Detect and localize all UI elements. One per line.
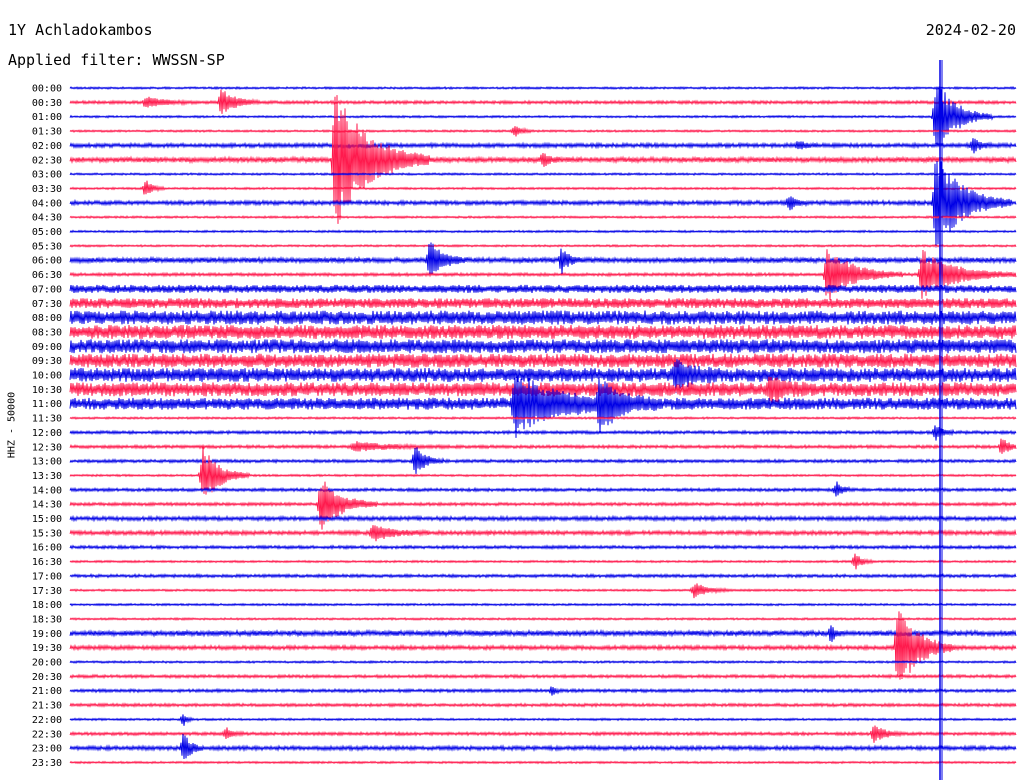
time-tick-label: 12:30 <box>32 442 62 453</box>
time-tick-label: 03:30 <box>32 184 62 195</box>
trace-line <box>69 89 1017 114</box>
trace-line <box>69 572 1017 579</box>
time-tick-label: 02:00 <box>32 141 62 152</box>
trace-line <box>69 602 1017 607</box>
trace-line <box>69 339 1017 354</box>
trace-line <box>69 625 1017 642</box>
trace-line <box>69 86 1017 149</box>
time-tick-label: 07:00 <box>32 284 62 295</box>
trace-line <box>69 172 1017 177</box>
time-tick-label: 09:30 <box>32 356 62 367</box>
time-tick-label: 13:30 <box>32 471 62 482</box>
trace-line <box>69 714 1017 726</box>
time-tick-label: 05:30 <box>32 241 62 252</box>
trace-line <box>69 425 1017 441</box>
time-tick-label: 13:00 <box>32 457 62 468</box>
trace-line <box>69 126 1017 137</box>
trace-line <box>69 310 1017 325</box>
trace-line <box>69 611 1017 680</box>
trace-line <box>69 229 1017 234</box>
trace-line <box>69 416 1017 421</box>
trace-line <box>69 446 1017 495</box>
time-tick-label: 22:00 <box>32 715 62 726</box>
trace-line <box>69 447 1017 474</box>
trace-line <box>69 85 1017 91</box>
filter-label: Applied filter: WWSSN-SP <box>8 51 225 69</box>
trace-line <box>69 525 1017 542</box>
trace-line <box>69 353 1017 368</box>
trace-line <box>69 553 1017 570</box>
time-tick-label: 07:30 <box>32 299 62 310</box>
trace-line <box>69 243 1017 248</box>
station-title: 1Y Achladokambos <box>8 21 153 39</box>
time-axis-labels: 00:00 00:30 01:00 01:30 02:00 02:30 03:00 03:30… <box>32 84 62 769</box>
time-tick-label: 10:00 <box>32 371 62 382</box>
y-axis-label: HHZ - 50000 <box>6 391 18 459</box>
time-tick-label: 06:00 <box>32 256 62 267</box>
trace-line <box>69 760 1017 765</box>
trace-line <box>69 180 1017 195</box>
trace-line <box>69 215 1017 220</box>
trace-line <box>69 659 1017 665</box>
trace-line <box>69 438 1017 454</box>
time-tick-label: 19:00 <box>32 629 62 640</box>
trace-line <box>69 725 1017 743</box>
time-tick-label: 23:30 <box>32 758 62 769</box>
time-tick-label: 01:30 <box>32 127 62 138</box>
trace-line <box>69 702 1017 709</box>
trace-line <box>69 138 1017 154</box>
time-tick-label: 19:30 <box>32 643 62 654</box>
seismogram-chart: 00:00 00:30 01:00 01:30 02:00 02:30 03:00 03:30… <box>32 60 1017 780</box>
date-label: 2024-02-20 <box>925 21 1016 39</box>
time-tick-label: 08:30 <box>32 327 62 338</box>
time-tick-label: 18:00 <box>32 600 62 611</box>
time-tick-label: 09:00 <box>32 342 62 353</box>
trace-line <box>69 544 1017 551</box>
time-tick-label: 00:30 <box>32 98 62 109</box>
time-tick-label: 15:00 <box>32 514 62 525</box>
trace-line <box>69 686 1017 696</box>
time-tick-label: 04:30 <box>32 213 62 224</box>
time-tick-label: 12:00 <box>32 428 62 439</box>
time-tick-label: 20:00 <box>32 658 62 669</box>
trace-line <box>69 673 1017 680</box>
time-tick-label: 10:30 <box>32 385 62 396</box>
time-tick-label: 02:30 <box>32 155 62 166</box>
time-tick-label: 20:30 <box>32 672 62 683</box>
time-tick-label: 03:00 <box>32 170 62 181</box>
time-tick-label: 01:00 <box>32 112 62 123</box>
time-tick-label: 00:00 <box>32 84 62 95</box>
time-tick-label: 08:00 <box>32 313 62 324</box>
time-tick-label: 11:00 <box>32 399 62 410</box>
time-tick-label: 06:30 <box>32 270 62 281</box>
trace-line <box>69 298 1017 309</box>
time-tick-label: 21:30 <box>32 701 62 712</box>
trace-line <box>69 324 1017 339</box>
trace-group <box>69 85 1017 765</box>
time-tick-label: 23:00 <box>32 744 62 755</box>
time-tick-label: 04:00 <box>32 198 62 209</box>
trace-line <box>69 583 1017 599</box>
time-tick-label: 16:00 <box>32 543 62 554</box>
time-tick-label: 15:30 <box>32 528 62 539</box>
time-tick-label: 21:00 <box>32 686 62 697</box>
time-tick-label: 14:30 <box>32 500 62 511</box>
trace-line <box>69 284 1017 293</box>
time-tick-label: 16:30 <box>32 557 62 568</box>
time-tick-label: 17:00 <box>32 571 62 582</box>
trace-line <box>69 514 1017 523</box>
time-tick-label: 11:30 <box>32 414 62 425</box>
time-tick-label: 22:30 <box>32 729 62 740</box>
time-tick-label: 17:30 <box>32 586 62 597</box>
time-tick-label: 14:00 <box>32 485 62 496</box>
time-tick-label: 18:30 <box>32 614 62 625</box>
trace-line <box>69 616 1017 621</box>
time-tick-label: 05:00 <box>32 227 62 238</box>
